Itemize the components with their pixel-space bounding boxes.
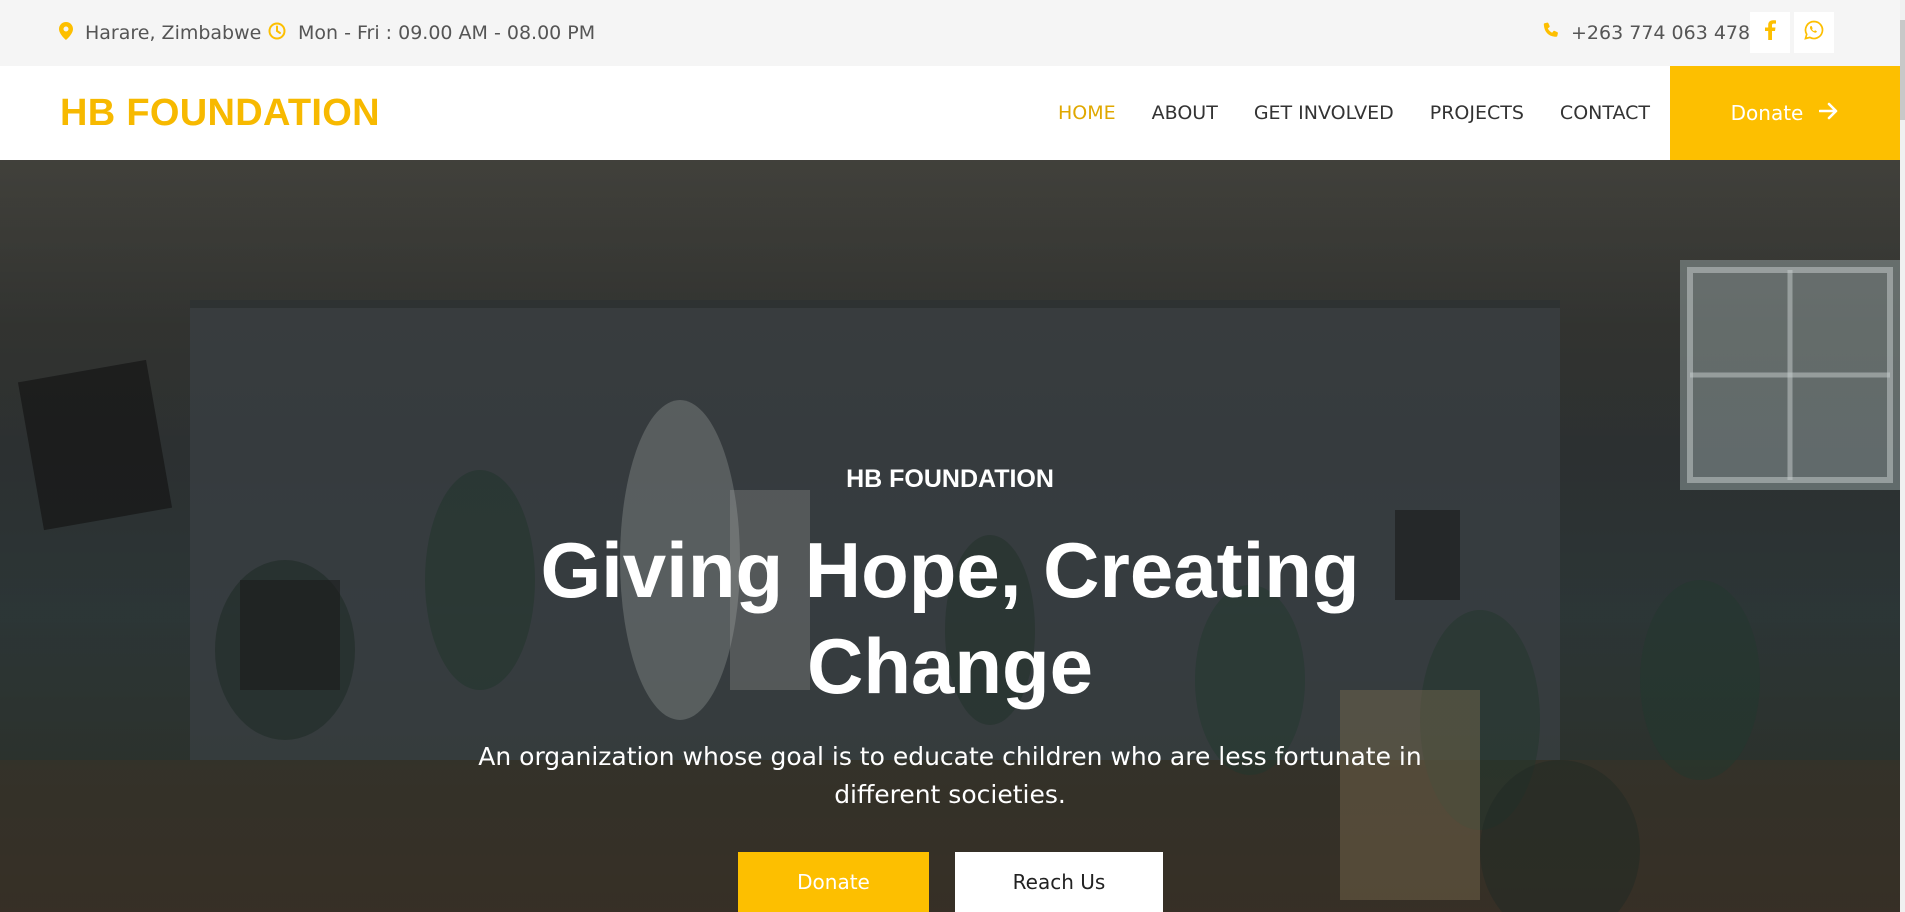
main-navbar: HB FOUNDATION HOME ABOUT GET INVOLVED PR… bbox=[0, 66, 1905, 160]
hours-info: Mon - Fri : 09.00 AM - 08.00 PM bbox=[268, 0, 595, 66]
nav-menu: HOME ABOUT GET INVOLVED PROJECTS CONTACT bbox=[1040, 66, 1668, 160]
hours-text: Mon - Fri : 09.00 AM - 08.00 PM bbox=[298, 22, 596, 44]
reach-us-button[interactable]: Reach Us bbox=[955, 852, 1163, 912]
location-text: Harare, Zimbabwe bbox=[85, 22, 262, 44]
phone-text: +263 774 063 478 bbox=[1571, 22, 1751, 44]
arrow-right-icon bbox=[1803, 101, 1839, 125]
hero-description: An organization whose goal is to educate… bbox=[478, 742, 1422, 809]
navbar-donate-button[interactable]: Donate bbox=[1670, 66, 1900, 160]
nav-home[interactable]: HOME bbox=[1058, 102, 1116, 124]
site-logo[interactable]: HB FOUNDATION bbox=[60, 66, 380, 160]
navbar-donate-label: Donate bbox=[1730, 101, 1804, 125]
top-info-bar: Harare, Zimbabwe Mon - Fri : 09.00 AM - … bbox=[0, 0, 1905, 66]
facebook-link[interactable] bbox=[1750, 12, 1790, 53]
hero-title: Giving Hope, Creating Change bbox=[540, 526, 1360, 710]
whatsapp-icon bbox=[1804, 20, 1824, 45]
phone-icon bbox=[1541, 22, 1571, 45]
phone-info[interactable]: +263 774 063 478 bbox=[1541, 0, 1750, 66]
nav-projects[interactable]: PROJECTS bbox=[1430, 102, 1524, 124]
scrollbar-thumb[interactable] bbox=[1900, 20, 1905, 120]
nav-contact[interactable]: CONTACT bbox=[1560, 102, 1650, 124]
hero-donate-button[interactable]: Donate bbox=[738, 852, 929, 912]
hero-subtitle: HB FOUNDATION bbox=[846, 465, 1054, 493]
nav-about[interactable]: ABOUT bbox=[1152, 102, 1218, 124]
map-pin-icon bbox=[59, 21, 85, 45]
hero-content: HB FOUNDATION Giving Hope, Creating Chan… bbox=[0, 160, 1900, 912]
facebook-icon bbox=[1764, 20, 1776, 45]
location-info: Harare, Zimbabwe bbox=[59, 0, 261, 66]
whatsapp-link[interactable] bbox=[1794, 12, 1834, 53]
page-scrollbar[interactable] bbox=[1900, 0, 1905, 912]
clock-icon bbox=[268, 22, 298, 45]
hero-section: HB FOUNDATION Giving Hope, Creating Chan… bbox=[0, 160, 1900, 912]
nav-get-involved[interactable]: GET INVOLVED bbox=[1254, 102, 1394, 124]
